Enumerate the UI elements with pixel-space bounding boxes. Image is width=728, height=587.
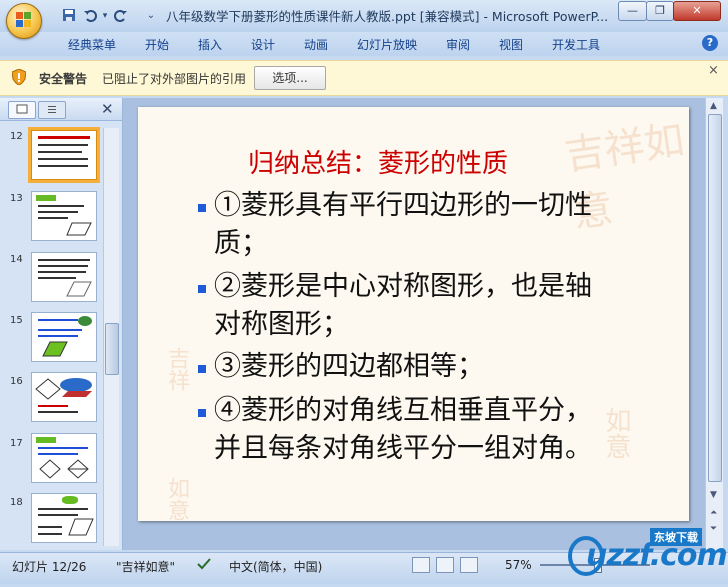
thumbnail-number: 14 [10, 254, 23, 265]
bullet-icon [198, 365, 206, 373]
slide-title: 归纳总结：菱形的性质 [248, 149, 509, 179]
tab-slideshow[interactable]: 幻灯片放映 [357, 36, 417, 53]
bullet-1-line-2: 质； [214, 228, 268, 259]
security-bar-close-icon[interactable]: × [708, 63, 719, 78]
tab-animations[interactable]: 动画 [304, 36, 328, 53]
slide-thumbnail-17[interactable] [31, 433, 97, 483]
slide-thumbnail-18[interactable] [31, 493, 97, 543]
slide-vertical-scrollbar[interactable]: ▲ ▼ ⏶ ⏷ [705, 98, 723, 550]
thumbnail-number: 12 [10, 131, 23, 142]
options-button[interactable]: 选项... [254, 66, 326, 90]
bullet-icon [198, 204, 206, 212]
slides-tab-icon [16, 104, 28, 114]
office-logo-icon [16, 12, 32, 28]
minimize-button[interactable]: — [618, 1, 647, 21]
slide-thumbnail-12[interactable] [28, 127, 100, 183]
customize-toolbar-icon[interactable]: ⌄ [143, 8, 159, 24]
security-warning-label: 安全警告 [39, 72, 88, 86]
close-button[interactable]: ✕ [673, 1, 721, 21]
tab-classic-menu[interactable]: 经典菜单 [68, 36, 116, 53]
slide-canvas[interactable]: 吉祥如意 吉祥 如意 如意 归纳总结：菱形的性质 ①菱形具有平行四边形的一切性 … [138, 107, 689, 521]
outline-tab[interactable] [38, 101, 66, 119]
pane-close-icon[interactable]: ✕ [101, 100, 114, 118]
thumbnail-number: 17 [10, 438, 23, 449]
zoom-level[interactable]: 57% [505, 558, 532, 572]
save-icon[interactable] [61, 8, 77, 24]
outline-tab-icon [48, 106, 56, 113]
tab-home[interactable]: 开始 [145, 36, 169, 53]
decor-seal: 如意 [601, 407, 631, 459]
security-warning-message: 已阻止了对外部图片的引用 [102, 72, 247, 86]
bullet-icon [198, 285, 206, 293]
slide-count: 幻灯片 12/26 [12, 560, 87, 574]
bullet-icon [198, 409, 206, 417]
language-indicator[interactable]: 中文(简体，中国) [229, 558, 322, 575]
window-title: 八年级数学下册菱形的性质课件新人教版.ppt [兼容模式] - Microsof… [166, 9, 609, 24]
redo-icon[interactable] [113, 8, 129, 24]
thumbnail-number: 15 [10, 315, 23, 326]
bullet-4-line-2: 并且每条对角线平分一组对角。 [214, 433, 592, 464]
bullet-1-line-1: ①菱形具有平行四边形的一切性 [214, 190, 592, 221]
tab-design[interactable]: 设计 [251, 36, 275, 53]
bullet-4-line-1: ④菱形的对角线互相垂直平分， [214, 395, 592, 426]
theme-name[interactable]: "吉祥如意" [116, 558, 175, 575]
undo-icon[interactable] [82, 8, 98, 24]
thumbnail-number: 13 [10, 193, 23, 204]
slides-tab[interactable] [8, 101, 36, 119]
thumbnail-scrollbar[interactable] [103, 128, 119, 546]
tab-review[interactable]: 审阅 [446, 36, 470, 53]
previous-slide-icon: ⏶ [710, 508, 718, 518]
tab-insert[interactable]: 插入 [198, 36, 222, 53]
thumbnail-number: 16 [10, 376, 23, 387]
undo-dropdown-icon[interactable]: ▾ [97, 8, 113, 24]
slide-thumbnail-15[interactable] [31, 312, 97, 362]
help-icon[interactable]: ? [702, 35, 718, 51]
slideshow-view-icon[interactable] [460, 557, 478, 573]
slide-sorter-icon[interactable] [436, 557, 454, 573]
bullet-2-line-1: ②菱形是中心对称图形，也是轴 [214, 271, 592, 302]
shield-icon [11, 68, 27, 86]
bullet-2-line-2: 对称图形； [214, 309, 349, 340]
bullet-3-line-1: ③菱形的四边都相等； [214, 351, 484, 382]
watermark-badge: 东坡下载 [650, 528, 702, 546]
slide-thumbnail-14[interactable] [31, 252, 97, 302]
slide-thumbnail-16[interactable] [31, 372, 97, 422]
tab-developer[interactable]: 开发工具 [552, 36, 600, 53]
tab-view[interactable]: 视图 [499, 36, 523, 53]
thumbnail-number: 18 [10, 497, 23, 508]
slide-thumbnail-13[interactable] [31, 191, 97, 241]
scroll-down-icon: ▼ [710, 490, 717, 500]
normal-view-icon[interactable] [412, 557, 430, 573]
restore-button[interactable]: ❐ [646, 1, 674, 21]
decor-seal: 如意 [164, 477, 189, 521]
scroll-up-icon: ▲ [710, 101, 717, 111]
decor-seal: 吉祥 [164, 347, 189, 391]
spell-check-icon[interactable] [196, 556, 212, 572]
office-button[interactable] [6, 3, 42, 39]
